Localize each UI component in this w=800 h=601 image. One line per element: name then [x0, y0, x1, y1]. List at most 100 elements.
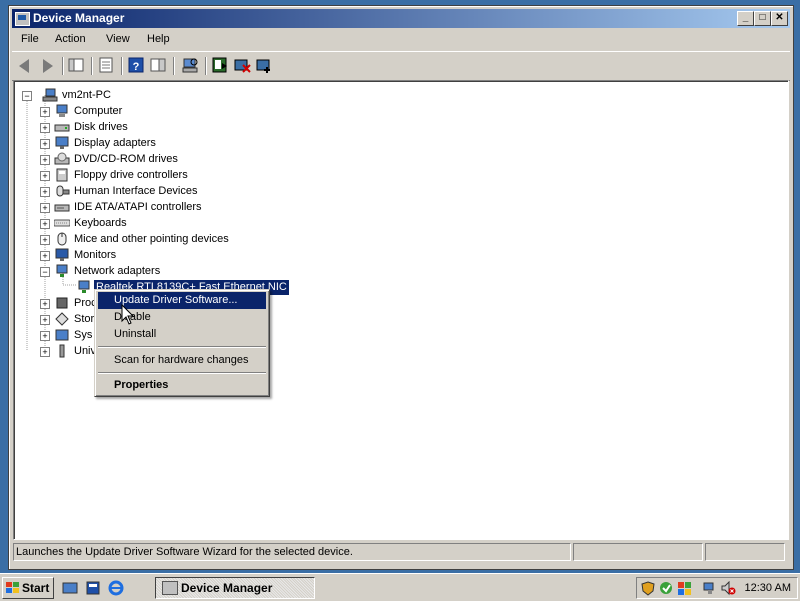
server-manager-icon[interactable]	[85, 580, 101, 596]
menu-separator	[98, 346, 266, 348]
hid-icon	[56, 185, 70, 197]
menu-item-uninstall[interactable]: Uninstall	[98, 326, 266, 343]
toolbar-separator	[205, 57, 207, 75]
floppy-controller-icon	[56, 168, 68, 182]
toolbar-separator	[62, 57, 64, 75]
computer-icon	[42, 88, 58, 102]
display-adapter-icon	[55, 136, 69, 149]
internet-explorer-icon[interactable]	[108, 580, 124, 596]
tree-root-label: vm2nt-PC	[62, 89, 111, 101]
menu-item-properties[interactable]: Properties	[98, 377, 266, 394]
window-title: Device Manager	[33, 11, 125, 25]
expand-icon[interactable]: +	[40, 219, 50, 229]
toolbar: ?	[12, 51, 790, 81]
collapse-icon[interactable]: −	[40, 267, 50, 277]
properties-icon[interactable]	[98, 57, 115, 74]
disk-drive-icon	[54, 124, 70, 132]
uninstall-icon[interactable]	[234, 57, 251, 74]
expand-icon[interactable]: +	[40, 139, 50, 149]
tree-category-label: Disk drives	[74, 121, 128, 133]
status-text: Launches the Update Driver Software Wiza…	[13, 543, 571, 561]
help-icon[interactable]: ?	[128, 57, 145, 74]
processor-icon	[56, 297, 68, 309]
monitor-icon	[55, 248, 69, 261]
expand-icon[interactable]: +	[40, 155, 50, 165]
keyboard-icon	[54, 219, 70, 227]
system-device-icon	[55, 329, 69, 341]
show-desktop-icon[interactable]	[62, 580, 78, 596]
expand-icon[interactable]: +	[40, 251, 50, 261]
update-driver-icon[interactable]	[212, 57, 229, 74]
scan-hardware-icon[interactable]	[182, 57, 199, 74]
tree-category-label: Network adapters	[74, 265, 161, 277]
tree-category-label: Univ	[74, 345, 97, 357]
menu-action[interactable]: Action	[55, 33, 86, 45]
network-adapter-icon	[78, 280, 90, 293]
tree-category-label: DVD/CD-ROM drives	[74, 153, 178, 165]
expand-icon[interactable]: +	[40, 347, 50, 357]
forward-icon[interactable]	[39, 57, 56, 74]
action-pane-icon[interactable]	[150, 57, 167, 74]
collapse-icon[interactable]: −	[22, 91, 32, 101]
expand-icon[interactable]: +	[40, 123, 50, 133]
expand-icon[interactable]: +	[40, 107, 50, 117]
tree-category-label: Stor	[74, 313, 95, 325]
tree-category-label: IDE ATA/ATAPI controllers	[74, 201, 202, 213]
expand-icon[interactable]: +	[40, 331, 50, 341]
toolbar-separator	[173, 57, 175, 75]
tree-category-label: Human Interface Devices	[74, 185, 198, 197]
menu-view[interactable]: View	[106, 33, 130, 45]
menu-separator	[98, 372, 266, 374]
taskbar-button-device-manager[interactable]: Device Manager	[155, 577, 315, 599]
menu-bar: File Action View Help	[12, 30, 790, 50]
volume-muted-icon[interactable]	[721, 581, 736, 596]
mouse-icon	[57, 232, 67, 246]
status-panel	[705, 543, 785, 561]
disable-icon[interactable]	[256, 57, 273, 74]
device-manager-app-icon[interactable]	[15, 12, 30, 26]
computer-icon	[56, 104, 68, 117]
tree-category-label: Display adapters	[74, 137, 156, 149]
expand-icon[interactable]: +	[40, 203, 50, 213]
svg-text:?: ?	[133, 61, 140, 73]
ide-controller-icon	[54, 204, 70, 212]
usb-controller-icon	[59, 344, 65, 358]
mouse-cursor-icon	[121, 304, 135, 325]
minimize-button[interactable]: _	[737, 11, 754, 26]
network-status-icon[interactable]	[703, 581, 718, 596]
expand-icon[interactable]: +	[40, 315, 50, 325]
start-button[interactable]: Start	[2, 577, 54, 599]
close-button[interactable]: ✕	[771, 11, 788, 26]
taskbar: Start Device Manager 12:30 AM	[0, 573, 800, 601]
back-icon[interactable]	[17, 57, 34, 74]
status-bar: Launches the Update Driver Software Wiza…	[13, 541, 787, 561]
network-adapter-icon	[56, 264, 68, 277]
tree-category-label: Keyboards	[74, 217, 127, 229]
tree-category-label: Computer	[74, 105, 123, 117]
tree-category-label: Monitors	[74, 249, 117, 261]
show-hide-console-tree-icon[interactable]	[68, 57, 85, 74]
windows-update-icon[interactable]	[677, 581, 692, 596]
tree-category-label: Sys	[74, 329, 93, 341]
system-tray: 12:30 AM	[636, 577, 798, 599]
expand-icon[interactable]: +	[40, 235, 50, 245]
device-manager-window: Device Manager _ □ ✕ File Action View He…	[8, 5, 794, 570]
storage-controller-icon	[55, 312, 69, 326]
action-center-flag-icon[interactable]	[659, 581, 674, 596]
expand-icon[interactable]: +	[40, 171, 50, 181]
status-panel	[573, 543, 703, 561]
windows-logo-icon	[6, 582, 19, 593]
menu-help[interactable]: Help	[147, 33, 170, 45]
toolbar-separator	[91, 57, 93, 75]
toolbar-separator	[121, 57, 123, 75]
menu-item-scan-for-hardware-changes[interactable]: Scan for hardware changes	[98, 352, 266, 369]
title-bar[interactable]: Device Manager _ □ ✕	[12, 9, 790, 28]
maximize-button[interactable]: □	[754, 11, 771, 26]
menu-file[interactable]: File	[21, 33, 39, 45]
tree-category-label: Mice and other pointing devices	[74, 233, 229, 245]
dvd-drive-icon	[54, 152, 70, 165]
expand-icon[interactable]: +	[40, 187, 50, 197]
security-shield-icon[interactable]	[641, 581, 656, 596]
clock[interactable]: 12:30 AM	[745, 578, 791, 598]
expand-icon[interactable]: +	[40, 299, 50, 309]
